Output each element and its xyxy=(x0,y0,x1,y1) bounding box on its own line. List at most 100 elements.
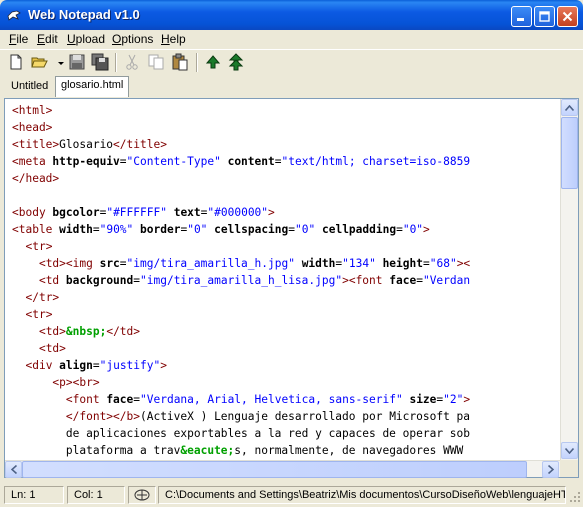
tab-glosario[interactable]: glosario.html xyxy=(55,76,130,97)
code-line: de aplicaciones exportables a la red y c… xyxy=(12,425,560,442)
code-token: <tr> xyxy=(25,308,53,321)
code-token: "img/tira_amarilla_h.jpg" xyxy=(126,257,295,270)
code-token: = xyxy=(288,223,296,236)
minimize-button[interactable] xyxy=(511,6,532,27)
save-icon[interactable] xyxy=(68,53,86,71)
code-token: &eacute; xyxy=(180,444,235,457)
code-token: align xyxy=(59,359,93,372)
code-token: face xyxy=(106,393,134,406)
vertical-scroll-thumb[interactable] xyxy=(561,117,578,189)
minimize-icon xyxy=(517,18,524,21)
code-token: <html> xyxy=(12,104,53,117)
code-token: <table xyxy=(12,223,60,236)
code-token: s, normalmente, de navegadores WWW xyxy=(234,444,464,457)
arrow-down-icon xyxy=(565,447,574,454)
code-token: <title> xyxy=(12,138,60,151)
code-token: &nbsp; xyxy=(65,325,107,338)
resize-grip-icon[interactable] xyxy=(569,491,581,503)
status-line: Ln: 1 xyxy=(4,486,64,504)
code-line: <td>&nbsp;</td> xyxy=(12,323,560,340)
code-token: </title> xyxy=(113,138,167,151)
code-token: "text/html; charset=iso-8859 xyxy=(281,155,471,168)
toolbar-separator xyxy=(196,53,198,72)
code-token: <td xyxy=(38,274,66,287)
menu-file[interactable]: File xyxy=(9,32,28,46)
code-line: <p><br> xyxy=(12,374,560,391)
code-token: de aplicaciones exportables a la red y c… xyxy=(12,427,471,440)
code-line: <td> xyxy=(12,340,560,357)
copy-icon[interactable] xyxy=(147,53,165,71)
code-token: size xyxy=(409,393,437,406)
code-token: text xyxy=(173,206,201,219)
paste-icon[interactable] xyxy=(171,53,189,71)
maximize-button[interactable] xyxy=(534,6,555,27)
title-bar[interactable]: Web Notepad v1.0 xyxy=(0,0,583,30)
encoding-status xyxy=(128,486,156,504)
code-token: = xyxy=(133,274,141,287)
code-token: <p><br> xyxy=(52,376,100,389)
new-file-icon[interactable] xyxy=(7,53,25,71)
menu-help[interactable]: Help xyxy=(161,32,186,46)
status-column: Col: 1 xyxy=(67,486,125,504)
code-token: > xyxy=(160,359,167,372)
close-button[interactable] xyxy=(557,6,578,27)
horizontal-scrollbar[interactable] xyxy=(5,460,560,478)
code-token: face xyxy=(389,274,417,287)
code-token: (ActiveX ) Lenguaje desarrollado por Mic… xyxy=(139,410,471,423)
code-token: <td> xyxy=(38,325,66,338)
menu-upload[interactable]: Upload xyxy=(67,32,105,46)
code-token: background xyxy=(65,274,134,287)
horizontal-scroll-thumb[interactable] xyxy=(22,461,527,478)
upload-icon[interactable] xyxy=(204,53,222,71)
code-token: ><font xyxy=(342,274,390,287)
code-token: src xyxy=(99,257,120,270)
maximize-icon xyxy=(539,11,550,22)
code-line: <html> xyxy=(12,102,560,119)
code-line: <tr> xyxy=(12,306,560,323)
code-token: "68" xyxy=(429,257,457,270)
scrollbar-corner xyxy=(560,460,578,477)
code-token: <tr> xyxy=(25,240,53,253)
tab-untitled[interactable]: Untitled xyxy=(6,78,53,96)
scroll-down-button[interactable] xyxy=(561,442,578,459)
arrow-up-icon xyxy=(565,104,574,111)
scroll-right-button[interactable] xyxy=(542,461,559,478)
code-token: <body xyxy=(12,206,53,219)
status-bar: Ln: 1 Col: 1 C:\Documents and Settings\B… xyxy=(0,483,583,507)
code-line: <font face="Verdana, Arial, Helvetica, s… xyxy=(12,391,560,408)
menu-bar: File Edit Upload Options Help xyxy=(0,30,583,49)
open-folder-icon[interactable] xyxy=(30,53,48,71)
code-token: <meta xyxy=(12,155,53,168)
cut-icon[interactable] xyxy=(123,53,141,71)
code-token: cellspacing xyxy=(214,223,289,236)
upload-all-icon[interactable] xyxy=(227,53,245,71)
code-token: <td> xyxy=(38,342,66,355)
toolbar-separator xyxy=(115,53,117,72)
menu-edit[interactable]: Edit xyxy=(37,32,58,46)
code-token: plataforma a trav xyxy=(12,444,181,457)
save-all-icon[interactable] xyxy=(91,53,109,71)
code-token: = xyxy=(92,359,100,372)
vertical-scrollbar[interactable] xyxy=(560,99,578,460)
code-token: </head> xyxy=(12,172,60,185)
code-token: </tr> xyxy=(25,291,60,304)
code-line: </tr> xyxy=(12,289,560,306)
code-token: = xyxy=(133,393,141,406)
encoding-icon xyxy=(134,489,150,501)
dropdown-arrow-icon[interactable] xyxy=(52,53,64,71)
scroll-up-button[interactable] xyxy=(561,99,578,116)
code-token: Glosario xyxy=(59,138,114,151)
code-token: "Content-Type" xyxy=(126,155,221,168)
code-token: "90%" xyxy=(99,223,134,236)
code-editor[interactable]: <html> <head> <title>Glosario</title> <meta… xyxy=(5,99,560,460)
scroll-left-button[interactable] xyxy=(5,461,22,478)
menu-options[interactable]: Options xyxy=(112,32,153,46)
